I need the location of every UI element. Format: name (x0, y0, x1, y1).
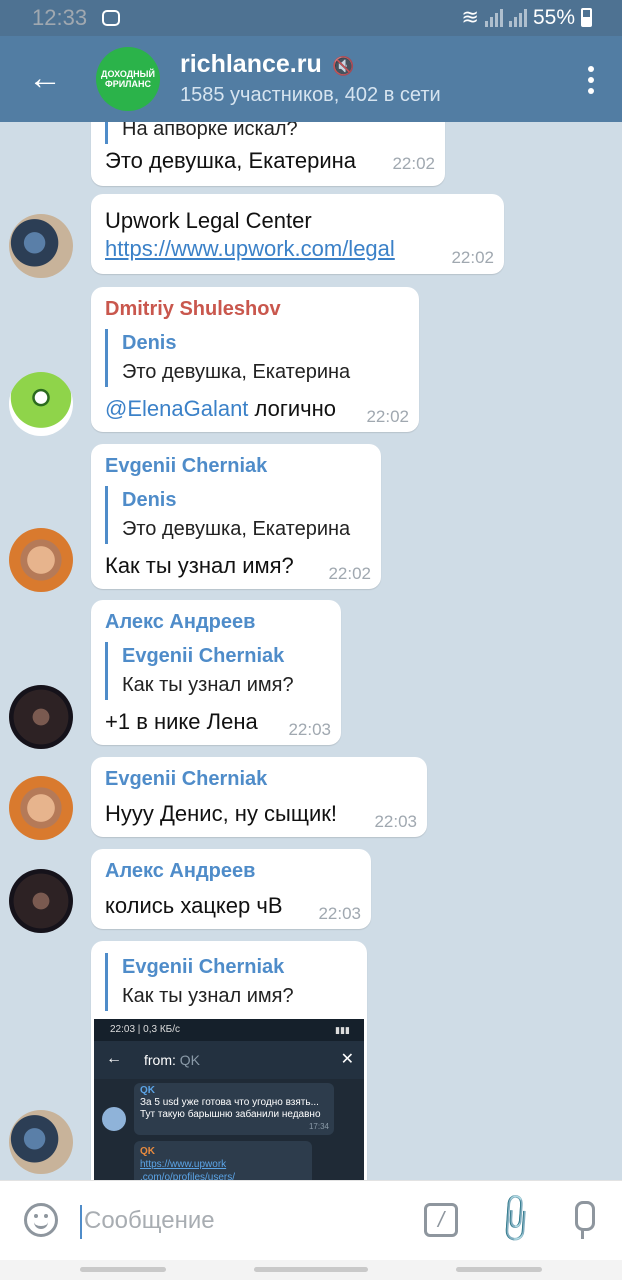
reply-quote: На апворке искал? (105, 122, 298, 144)
message-text: Нууу Денис, ну сыщик! (105, 801, 337, 826)
chat-title[interactable]: richlance.ru (180, 50, 322, 79)
avatar[interactable] (9, 214, 73, 278)
group-logo-text: ДОХОДНЫЙ ФРИЛАНС (101, 69, 155, 89)
reply-quote[interactable]: Denis Это девушка, Екатерина (105, 486, 350, 544)
quote-name: Evgenii Cherniak (122, 956, 285, 978)
message-text: Это девушка, Екатерина (105, 148, 356, 173)
quote-text: Это девушка, Екатерина (122, 518, 351, 540)
sender-name[interactable]: Алекс Андреев (105, 611, 255, 634)
message-text: @ElenaGalant логично (105, 396, 336, 422)
message-text: колись хацкер чВ (105, 893, 283, 918)
message-bubble[interactable]: Evgenii Cherniak Как ты узнал имя? 22:03… (91, 941, 367, 1180)
reply-quote[interactable]: Evgenii Cherniak Как ты узнал имя? (105, 953, 294, 1011)
message-bubble[interactable]: Алекс Андреев Evgenii Cherniak Как ты уз… (91, 600, 341, 745)
reply-quote[interactable]: Denis Это девушка, Екатерина (105, 329, 350, 387)
group-avatar[interactable]: ДОХОДНЫЙ ФРИЛАНС (96, 47, 160, 111)
sim-icon (102, 10, 120, 26)
message-bubble[interactable]: Dmitriy Shuleshov Denis Это девушка, Ека… (91, 287, 419, 432)
embedded-sender-2: QK (140, 1146, 155, 1157)
message-link[interactable]: https://www.upwork.com/legal (105, 236, 395, 262)
arrow-left-icon[interactable]: ← (28, 58, 62, 98)
message-input[interactable] (84, 1201, 384, 1241)
quote-name: Denis (122, 332, 177, 354)
avatar[interactable] (9, 1110, 73, 1174)
message-bubble[interactable]: На апворке искал? Это девушка, Екатерина… (91, 122, 445, 186)
avatar[interactable] (9, 776, 73, 840)
battery-level: 55% (532, 5, 575, 29)
status-bar: 12:33 ≋ 55% (0, 0, 622, 36)
embedded-text: Тут такую барышню забанили недавно (140, 1109, 321, 1120)
embedded-status-bar: 22:03 | 0,3 КБ/с ▮▮▮ (94, 1019, 364, 1041)
message-bubble[interactable]: Upwork Legal Center https://www.upwork.c… (91, 194, 504, 274)
message-list[interactable]: На апворке искал? Это девушка, Екатерина… (0, 122, 622, 1180)
chat-subtitle: 1585 участников, 402 в сети (180, 84, 441, 106)
embedded-message: QK За 5 usd уже готова что угодно взять.… (134, 1083, 334, 1135)
message-text: Как ты узнал имя? (105, 553, 294, 578)
embedded-signal-icon: ▮▮▮ (335, 1025, 350, 1035)
message-time: 22:03 (288, 720, 331, 739)
system-nav-bar (0, 1260, 622, 1280)
message-composer: / 📎 (0, 1180, 622, 1260)
wifi-icon: ≋ (461, 6, 479, 29)
embedded-search-prefix: from: (144, 1052, 176, 1068)
embedded-avatar (102, 1107, 126, 1131)
message-bubble[interactable]: Алекс Андреев колись хацкер чВ 22:03 (91, 849, 371, 929)
photo-attachment[interactable]: 22:03 | 0,3 КБ/с ▮▮▮ ← from: QK ✕ QK За … (94, 1019, 364, 1180)
chat-header: ← ДОХОДНЫЙ ФРИЛАНС richlance.ru 🔇 1585 у… (0, 36, 622, 122)
avatar[interactable] (9, 685, 73, 749)
embedded-sender: QK (140, 1085, 155, 1096)
embedded-search-query: from: QK (144, 1052, 200, 1068)
message-time: 22:02 (451, 248, 494, 267)
embedded-status-time: 22:03 | 0,3 КБ/с (110, 1024, 181, 1035)
message-time: 22:03 (318, 904, 361, 923)
quote-text: Как ты узнал имя? (122, 985, 294, 1007)
emoji-icon[interactable] (24, 1203, 58, 1237)
message-time: 22:02 (366, 407, 409, 426)
status-icons: ≋ 55% (461, 5, 592, 30)
attach-icon[interactable]: 📎 (486, 1190, 544, 1248)
mention-link[interactable]: @ElenaGalant (105, 396, 248, 421)
avatar[interactable] (9, 869, 73, 933)
avatar[interactable] (9, 528, 73, 592)
message-text-rest: логично (248, 396, 337, 421)
sender-name[interactable]: Evgenii Cherniak (105, 768, 267, 791)
reply-quote[interactable]: Evgenii Cherniak Как ты узнал имя? (105, 642, 294, 700)
sender-name[interactable]: Evgenii Cherniak (105, 455, 267, 478)
embedded-close-icon: ✕ (340, 1051, 354, 1068)
embedded-search-bar: ← from: QK ✕ (94, 1041, 364, 1079)
signal-icon (484, 8, 503, 27)
message-bubble[interactable]: Evgenii Cherniak Denis Это девушка, Екат… (91, 444, 381, 589)
message-time: 22:02 (392, 154, 435, 173)
nav-handle-center[interactable] (254, 1267, 368, 1272)
embedded-quote: За 5 usd уже готова что угодно взять... (140, 1097, 319, 1108)
quote-name: Evgenii Cherniak (122, 645, 285, 667)
mute-icon: 🔇 (332, 56, 355, 76)
nav-handle-left[interactable] (80, 1267, 166, 1272)
embedded-search-value: QK (179, 1052, 201, 1068)
message-time: 22:02 (328, 564, 371, 583)
message-bubble[interactable]: Evgenii Cherniak Нууу Денис, ну сыщик! 2… (91, 757, 427, 837)
quote-text: Это девушка, Екатерина (122, 361, 351, 383)
sender-name[interactable]: Dmitriy Shuleshov (105, 298, 281, 321)
quote-text: На апворке искал? (122, 122, 298, 140)
signal-icon-2 (508, 8, 527, 27)
quote-name: Denis (122, 489, 177, 511)
text-cursor (80, 1205, 82, 1239)
bot-command-icon[interactable]: / (424, 1203, 458, 1237)
message-text: +1 в нике Лена (105, 709, 258, 734)
message-time: 22:03 (374, 812, 417, 831)
nav-handle-right[interactable] (456, 1267, 542, 1272)
embedded-arrow-left-icon: ← (106, 1050, 122, 1067)
avatar[interactable] (9, 372, 73, 436)
quote-text: Как ты узнал имя? (122, 674, 294, 696)
message-text: Upwork Legal Center (105, 208, 312, 233)
embedded-link: https://www.upwork .com/o/profiles/users… (140, 1159, 236, 1180)
sender-name[interactable]: Алекс Андреев (105, 860, 255, 883)
embedded-message-2: QK https://www.upwork .com/o/profiles/us… (134, 1141, 312, 1180)
embedded-time: 17:34 (308, 1122, 329, 1131)
microphone-icon[interactable] (570, 1201, 595, 1241)
battery-icon (581, 8, 592, 27)
more-vert-icon[interactable] (588, 66, 594, 99)
